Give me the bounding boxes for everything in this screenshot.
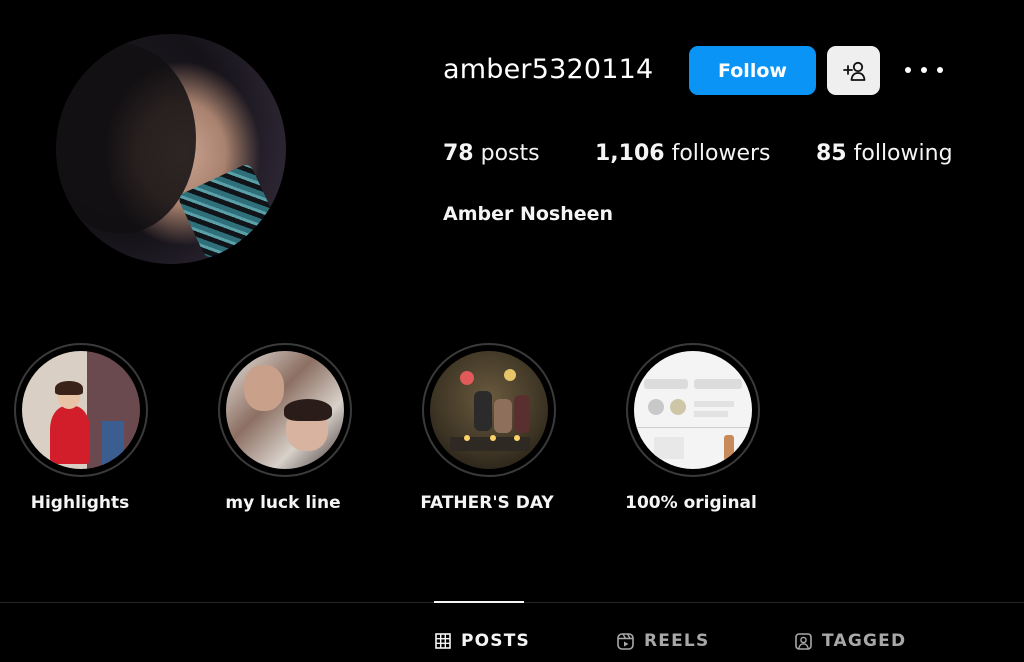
reels-icon [617,632,634,650]
posts-stat: 78 posts [443,141,540,166]
highlight-4-label: 100% original [625,493,757,513]
username: amber5320114 [443,54,654,85]
more-dot [905,67,911,73]
posts-count: 78 [443,141,474,166]
highlight-thumbnail [22,351,140,469]
posts-label: posts [480,141,540,166]
highlight-2[interactable] [218,343,352,477]
followers-label: followers [671,141,771,166]
highlight-1[interactable] [14,343,148,477]
person-plus-icon [842,61,865,81]
highlight-4[interactable] [626,343,760,477]
tab-tagged[interactable]: TAGGED [795,631,906,651]
profile-avatar[interactable] [56,34,286,264]
avatar-scarf-shape [176,162,280,260]
highlight-2-label: my luck line [225,493,341,513]
tagged-icon [795,632,812,650]
highlight-3-label: FATHER'S DAY [420,493,554,513]
full-name: Amber Nosheen [443,203,614,225]
active-tab-indicator [434,601,524,603]
highlight-thumbnail [226,351,344,469]
followers-stat[interactable]: 1,106 followers [595,141,771,166]
following-stat[interactable]: 85 following [816,141,953,166]
tab-posts[interactable]: POSTS [435,631,530,651]
avatar-hair-shape [56,44,196,234]
highlight-thumbnail [430,351,548,469]
suggested-users-button[interactable] [827,46,880,95]
grid-icon [435,633,451,649]
more-dot [921,67,927,73]
tab-reels-label: REELS [644,631,710,651]
highlight-thumbnail [634,351,752,469]
followers-count: 1,106 [595,141,665,166]
follow-button[interactable]: Follow [689,46,816,95]
following-label: following [853,141,953,166]
following-count: 85 [816,141,847,166]
more-dot [937,67,943,73]
tab-tagged-label: TAGGED [822,631,907,651]
more-options-icon[interactable] [905,60,943,80]
tab-posts-label: POSTS [461,631,530,651]
tab-reels[interactable]: REELS [617,631,709,651]
highlight-3[interactable] [422,343,556,477]
highlight-1-label: Highlights [30,493,130,513]
